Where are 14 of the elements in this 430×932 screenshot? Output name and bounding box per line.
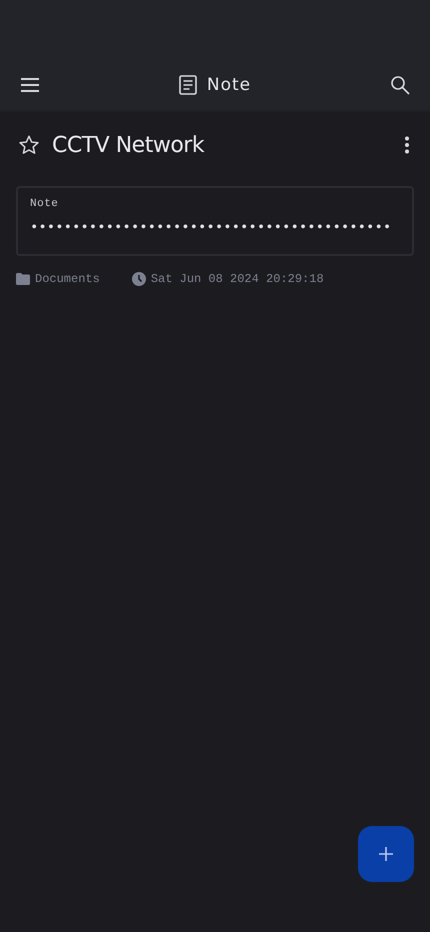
folder-icon: [16, 273, 30, 285]
app-bar-title: Note: [206, 75, 252, 95]
search-icon: [390, 75, 410, 95]
note-icon: [178, 75, 197, 95]
folder-name: Documents: [35, 272, 100, 286]
star-icon: [18, 134, 40, 156]
star-button[interactable]: [18, 134, 40, 156]
entry-title: CCTV Network: [52, 132, 206, 158]
clock-icon: [132, 272, 146, 286]
more-icon: [404, 136, 410, 154]
plus-icon: [378, 846, 394, 862]
note-field[interactable]: Note •••••••••••••••••••••••••••••••••••••••••••: [16, 186, 414, 256]
menu-icon: [20, 77, 40, 93]
modified-date: Sat Jun 08 2024 20:29:18: [150, 272, 324, 286]
